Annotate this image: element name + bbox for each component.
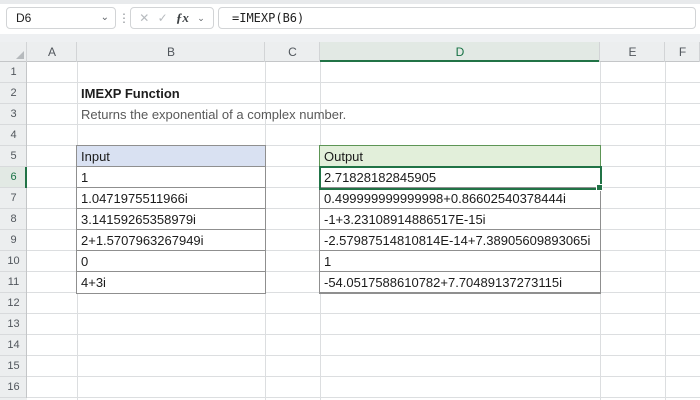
name-box-value: D6 (16, 11, 32, 25)
sheet-grid[interactable]: IMEXP Function Returns the exponential o… (27, 62, 700, 400)
output-cell-d6-active[interactable]: 2.71828182845905 (320, 167, 600, 188)
formula-button-group: ✕ ✓ ƒx ⌄ (130, 7, 214, 29)
input-cell-b9[interactable]: 2+1.5707963267949i (77, 230, 265, 251)
row-header-1[interactable]: 1 (0, 62, 27, 83)
row-header-11[interactable]: 11 (0, 272, 27, 293)
row-header-7[interactable]: 7 (0, 188, 27, 209)
row-header-14[interactable]: 14 (0, 335, 27, 356)
column-header-e[interactable]: E (600, 42, 665, 62)
output-cell-d11[interactable]: -54.0517588610782+7.70489137273115i (320, 272, 600, 293)
input-table: Input 1 1.0471975511966i 3.1415926535897… (76, 145, 266, 294)
cancel-icon[interactable]: ✕ (139, 11, 149, 25)
input-cell-b8[interactable]: 3.14159265358979i (77, 209, 265, 230)
more-options-icon[interactable]: ⋮ (118, 7, 130, 29)
row-header-column: 1 2 3 4 5 6 7 8 9 10 11 12 13 14 15 16 (0, 62, 27, 400)
row-header-9[interactable]: 9 (0, 230, 27, 251)
row-header-2[interactable]: 2 (0, 83, 27, 104)
input-cell-b6[interactable]: 1 (77, 167, 265, 188)
input-cell-b7[interactable]: 1.0471975511966i (77, 188, 265, 209)
fill-handle[interactable] (596, 184, 603, 191)
row-header-3[interactable]: 3 (0, 104, 27, 125)
name-box-chevron-icon[interactable]: ⌄ (101, 8, 109, 28)
output-table-header[interactable]: Output (320, 146, 600, 167)
input-cell-b11[interactable]: 4+3i (77, 272, 265, 293)
select-all-triangle-icon (16, 51, 24, 59)
formula-bar: D6 ⌄ ⋮ ✕ ✓ ƒx ⌄ =IMEXP(B6) (0, 4, 700, 34)
output-table: Output 2.71828182845905 0.49999999999999… (319, 145, 601, 294)
output-cell-d10[interactable]: 1 (320, 251, 600, 272)
column-header-row: A B C D E F (0, 42, 700, 62)
output-cell-d9[interactable]: -2.57987514810814E-14+7.38905609893065i (320, 230, 600, 251)
toolbar-spacer (0, 34, 700, 42)
row-header-5[interactable]: 5 (0, 146, 27, 167)
row-header-6-active[interactable]: 6 (0, 167, 27, 188)
row-header-13[interactable]: 13 (0, 314, 27, 335)
insert-function-fx-icon[interactable]: ƒx (176, 10, 189, 26)
row-header-10[interactable]: 10 (0, 251, 27, 272)
column-header-d-active[interactable]: D (320, 42, 600, 62)
column-header-a[interactable]: A (27, 42, 77, 62)
input-table-header[interactable]: Input (77, 146, 265, 167)
check-icon[interactable]: ✓ (158, 11, 168, 25)
name-box[interactable]: D6 ⌄ (6, 7, 116, 29)
row-header-15[interactable]: 15 (0, 356, 27, 377)
sheet-subtitle: Returns the exponential of a complex num… (81, 107, 347, 122)
output-cell-d7[interactable]: 0.499999999999998+0.86602540378444i (320, 188, 600, 209)
sheet-title: IMEXP Function (81, 86, 180, 101)
column-header-b[interactable]: B (77, 42, 265, 62)
input-cell-b10[interactable]: 0 (77, 251, 265, 272)
fx-chevron-down-icon[interactable]: ⌄ (197, 13, 205, 24)
row-header-4[interactable]: 4 (0, 125, 27, 146)
formula-input[interactable]: =IMEXP(B6) (218, 7, 696, 29)
row-header-16[interactable]: 16 (0, 377, 27, 398)
output-cell-d8[interactable]: -1+3.23108914886517E-15i (320, 209, 600, 230)
row-header-12[interactable]: 12 (0, 293, 27, 314)
row-header-8[interactable]: 8 (0, 209, 27, 230)
column-header-c[interactable]: C (265, 42, 320, 62)
gridline-col-f (665, 62, 666, 400)
column-header-f[interactable]: F (665, 42, 700, 62)
select-all-button[interactable] (0, 42, 27, 62)
